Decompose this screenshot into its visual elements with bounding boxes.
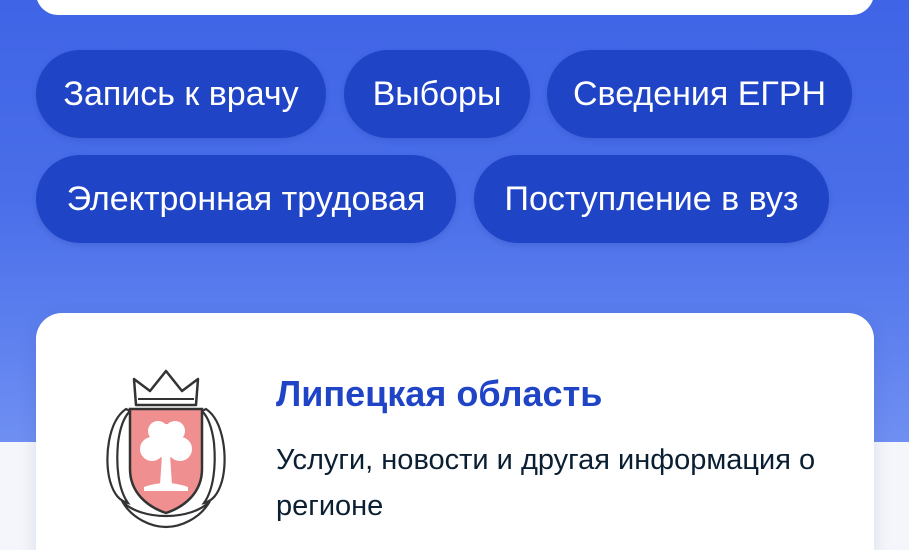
chip-zapis-k-vrachu[interactable]: Запись к врачу (36, 50, 326, 138)
region-description: Услуги, новости и другая информация о ре… (276, 444, 816, 522)
page: Запись к врачу Выборы Сведения ЕГРН Элек… (0, 0, 909, 550)
search-card[interactable] (36, 0, 874, 15)
lipetsk-coat-of-arms-icon (106, 369, 226, 529)
chip-postuplenie-v-vuz[interactable]: Поступление в вуз (474, 155, 829, 243)
region-card[interactable]: Липецкая область Услуги, новости и друга… (36, 313, 874, 550)
chip-vybory[interactable]: Выборы (344, 50, 530, 138)
chip-elektronnaya-trudovaya[interactable]: Электронная трудовая (36, 155, 456, 243)
region-title: Липецкая область (276, 373, 603, 414)
chip-svedeniya-egrn[interactable]: Сведения ЕГРН (547, 50, 852, 138)
